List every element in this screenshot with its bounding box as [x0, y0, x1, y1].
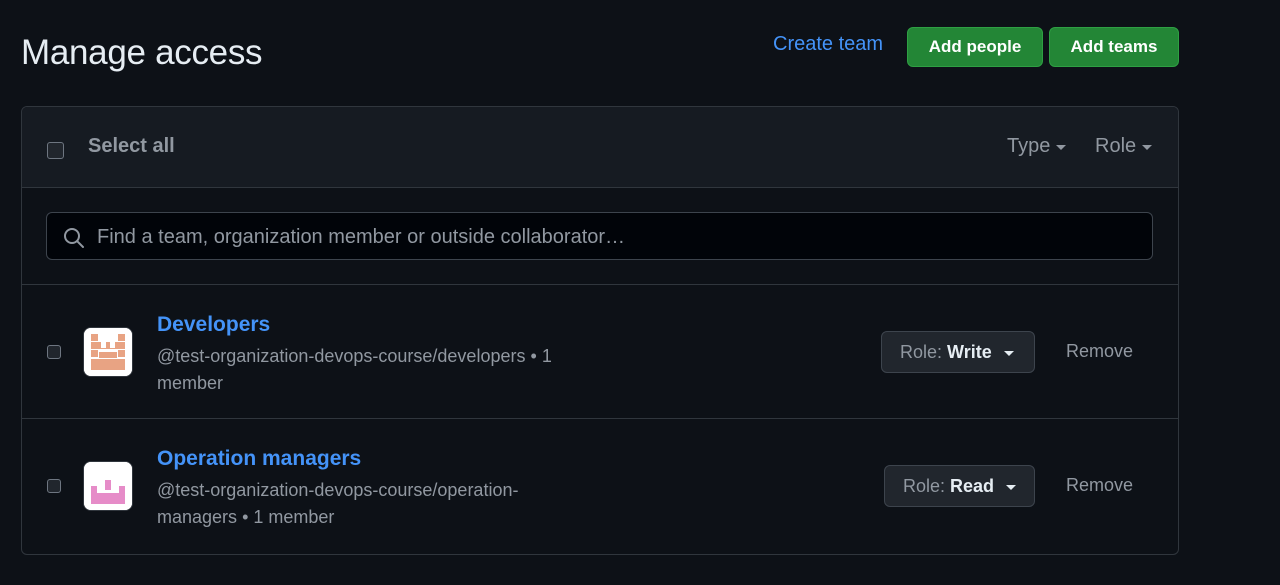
search-section: [22, 188, 1178, 285]
remove-button[interactable]: Remove: [1066, 475, 1133, 496]
select-all-checkbox[interactable]: [47, 142, 64, 159]
add-people-button[interactable]: Add people: [907, 27, 1043, 67]
role-select-button[interactable]: Role: Write: [881, 331, 1035, 373]
role-filter-dropdown[interactable]: Role: [1095, 135, 1153, 158]
team-row: Developers @test-organization-devops-cou…: [22, 285, 1178, 419]
type-filter-label: Type: [1007, 135, 1051, 157]
team-row: Operation managers @test-organization-de…: [22, 419, 1178, 553]
caret-down-icon: [1003, 350, 1014, 356]
team-name-link[interactable]: Developers: [157, 313, 270, 337]
search-icon: [64, 228, 84, 248]
role-prefix: Role:: [903, 475, 946, 496]
add-teams-button[interactable]: Add teams: [1049, 27, 1179, 67]
team-name-link[interactable]: Operation managers: [157, 447, 361, 471]
identicon-avatar: [84, 462, 132, 510]
role-prefix: Role:: [900, 341, 943, 362]
panel-header: Select all Type Role: [22, 107, 1178, 188]
team-slug: @test-organization-devops-course/operati…: [157, 477, 587, 531]
team-slug: @test-organization-devops-course/develop…: [157, 343, 587, 397]
caret-down-icon: [1142, 145, 1153, 150]
access-panel: Select all Type Role Find a team, organi…: [21, 106, 1179, 555]
separator-dot: •: [242, 507, 249, 527]
page-title: Manage access: [21, 33, 263, 72]
type-filter-dropdown[interactable]: Type: [1007, 135, 1067, 158]
search-input[interactable]: [95, 213, 1139, 261]
role-select-button[interactable]: Role: Read: [884, 465, 1035, 507]
remove-button[interactable]: Remove: [1066, 341, 1133, 362]
role-value: Write: [947, 341, 992, 362]
team-checkbox[interactable]: [47, 345, 61, 359]
create-team-link[interactable]: Create team: [773, 33, 883, 56]
role-filter-label: Role: [1095, 135, 1137, 157]
caret-down-icon: [1056, 145, 1067, 150]
role-value: Read: [950, 475, 995, 496]
team-avatar: [83, 461, 133, 511]
caret-down-icon: [1006, 484, 1017, 490]
select-all-label: Select all: [88, 135, 175, 157]
search-box: [46, 212, 1153, 261]
separator-dot: •: [530, 346, 537, 366]
team-slug-text: @test-organization-devops-course/operati…: [157, 480, 519, 527]
member-count: 1 member: [253, 507, 335, 527]
identicon-avatar: [84, 328, 132, 376]
team-slug-text: @test-organization-devops-course/develop…: [157, 346, 526, 366]
team-checkbox[interactable]: [47, 479, 61, 493]
team-avatar: [83, 327, 133, 377]
